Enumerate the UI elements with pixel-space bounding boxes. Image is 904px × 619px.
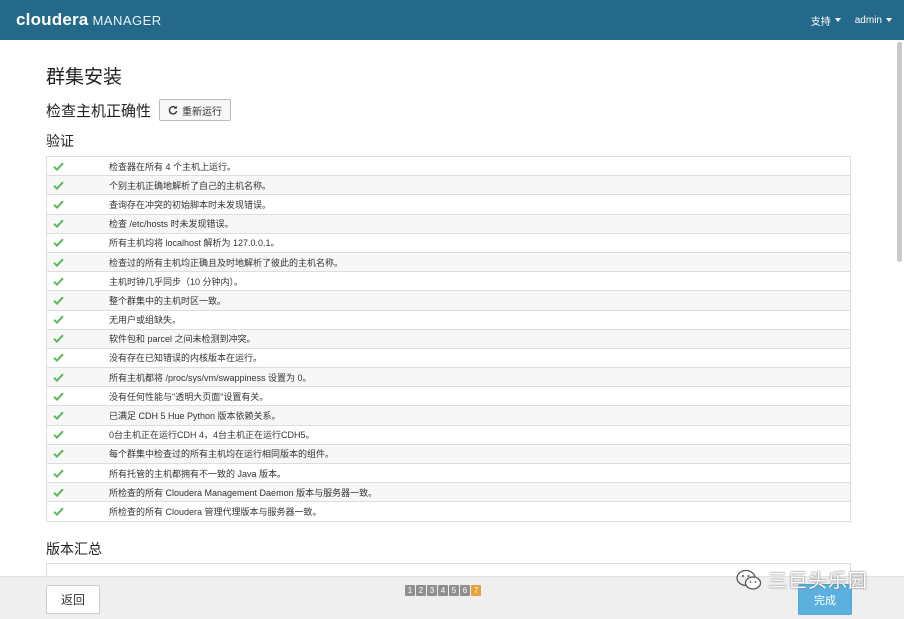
check-row: 软件包和 parcel 之间未检测到冲突。: [47, 329, 850, 349]
check-icon: [47, 411, 109, 421]
check-text: 所检查的所有 Cloudera 管理代理版本与服务器一致。: [109, 506, 322, 517]
back-button[interactable]: 返回: [46, 585, 100, 614]
check-row: 0台主机正在运行CDH 4，4台主机正在运行CDH5。: [47, 426, 850, 445]
check-text: 所有托管的主机都拥有不一致的 Java 版本。: [109, 468, 287, 479]
check-hosts-title: 检查主机正确性: [46, 102, 152, 120]
check-row: 没有任何性能与"透明大页面"设置有关。: [47, 387, 850, 407]
check-icon: [47, 449, 109, 459]
check-row: 个别主机正确地解析了自己的主机名称。: [47, 176, 850, 196]
check-icon: [47, 469, 109, 478]
brand-main: cloudera: [16, 10, 89, 29]
check-row: 所有主机都将 /proc/sys/vm/swappiness 设置为 0。: [47, 368, 850, 388]
support-menu[interactable]: 支持: [811, 13, 841, 28]
check-row: 所有托管的主机都拥有不一致的 Java 版本。: [47, 464, 850, 484]
check-row: 所有主机均将 localhost 解析为 127.0.0.1。: [47, 234, 850, 253]
check-text: 所检查的所有 Cloudera Management Daemon 版本与服务器…: [109, 487, 378, 498]
check-row: 没有存在已知错误的内核版本在运行。: [47, 349, 850, 369]
check-text: 软件包和 parcel 之间未检测到冲突。: [109, 334, 256, 345]
check-row: 主机时钟几乎同步（10 分钟内）。: [47, 272, 850, 292]
chevron-down-icon: [834, 18, 841, 22]
check-text: 已满足 CDH 5 Hue Python 版本依赖关系。: [109, 411, 281, 422]
check-text: 每个群集中检查过的所有主机均在运行相同版本的组件。: [109, 449, 335, 460]
verify-heading: 验证: [46, 133, 74, 149]
check-text: 整个群集中的主机时区一致。: [109, 295, 227, 306]
check-row: 每个群集中检查过的所有主机均在运行相同版本的组件。: [47, 444, 850, 464]
check-text: 检查 /etc/hosts 时未发现错误。: [109, 219, 234, 230]
check-row: 所检查的所有 Cloudera 管理代理版本与服务器一致。: [47, 502, 850, 522]
check-icon: [47, 258, 109, 267]
check-row: 无用户或组缺失。: [47, 311, 850, 330]
page-title: 群集安装: [46, 67, 123, 88]
top-navbar: cloudera MANAGER 支持 admin: [0, 0, 904, 40]
wizard-steps: 1234567: [405, 585, 482, 596]
check-text: 检查过的所有主机均正确且及时地解析了彼此的主机名称。: [109, 257, 344, 268]
check-text: 主机时钟几乎同步（10 分钟内）。: [109, 276, 244, 287]
chevron-down-icon: [886, 18, 892, 22]
support-label: 支持: [810, 16, 831, 28]
wizard-step-4: 4: [438, 585, 448, 596]
check-row: 检查过的所有主机均正确且及时地解析了彼此的主机名称。: [47, 252, 850, 273]
check-icon: [47, 277, 109, 286]
wizard-step-5: 5: [449, 585, 459, 596]
page-scrollbar[interactable]: [897, 42, 902, 262]
check-icon: [47, 219, 109, 229]
check-text: 没有存在已知错误的内核版本在运行。: [109, 353, 263, 364]
wizard-step-2: 2: [416, 585, 426, 596]
wechat-icon: [736, 569, 762, 590]
validation-list: 检查器在所有 4 个主机上运行。个别主机正确地解析了自己的主机名称。 查询存在冲突…: [46, 156, 851, 522]
check-icon: [47, 200, 109, 209]
rerun-label: 重新运行: [182, 106, 223, 118]
check-row: 整个群集中的主机时区一致。: [47, 291, 850, 311]
check-text: 查询存在冲突的初始脚本时未发现错误。: [109, 199, 272, 210]
check-icon: [47, 392, 109, 401]
check-row: 检查 /etc/hosts 时未发现错误。: [47, 214, 850, 234]
watermark: 三巨头乐园: [736, 566, 868, 593]
check-row: 所检查的所有 Cloudera Management Daemon 版本与服务器…: [47, 483, 850, 503]
check-text: 没有任何性能与"透明大页面"设置有关。: [109, 391, 269, 402]
check-text: 所有主机都将 /proc/sys/vm/swappiness 设置为 0。: [109, 372, 312, 383]
check-icon: [47, 488, 109, 497]
check-row: 检查器在所有 4 个主机上运行。: [47, 157, 850, 177]
cloudera-manager-logo[interactable]: cloudera MANAGER: [16, 10, 162, 30]
check-row: 已满足 CDH 5 Hue Python 版本依赖关系。: [47, 406, 850, 426]
top-menu: 支持 admin: [797, 13, 892, 28]
check-icon: [47, 181, 109, 190]
check-text: 0台主机正在运行CDH 4，4台主机正在运行CDH5。: [109, 430, 315, 441]
check-text: 无用户或组缺失。: [109, 315, 182, 326]
refresh-icon: [168, 105, 178, 115]
check-row: 查询存在冲突的初始脚本时未发现错误。: [47, 195, 850, 215]
rerun-button[interactable]: 重新运行: [159, 99, 232, 121]
check-icon: [47, 238, 109, 248]
check-icon: [47, 162, 109, 171]
watermark-text: 三巨头乐园: [768, 571, 869, 592]
check-icon: [47, 507, 109, 516]
check-icon: [47, 296, 109, 305]
check-icon: [47, 353, 109, 363]
wizard-step-7: 7: [471, 585, 481, 596]
check-text: 检查器在所有 4 个主机上运行。: [109, 161, 237, 172]
user-menu[interactable]: admin: [855, 15, 892, 26]
wizard-step-6: 6: [460, 585, 470, 596]
check-text: 所有主机均将 localhost 解析为 127.0.0.1。: [109, 238, 280, 249]
check-icon: [47, 334, 109, 344]
version-summary-heading: 版本汇总: [46, 541, 102, 557]
check-icon: [47, 430, 109, 440]
wizard-step-3: 3: [427, 585, 437, 596]
user-label: admin: [854, 14, 882, 26]
check-text: 个别主机正确地解析了自己的主机名称。: [109, 180, 272, 191]
check-hosts-heading: 检查主机正确性 重新运行: [46, 99, 232, 121]
wizard-step-1: 1: [405, 585, 415, 596]
brand-sub: MANAGER: [92, 13, 162, 28]
check-icon: [47, 373, 109, 382]
check-icon: [47, 315, 109, 325]
